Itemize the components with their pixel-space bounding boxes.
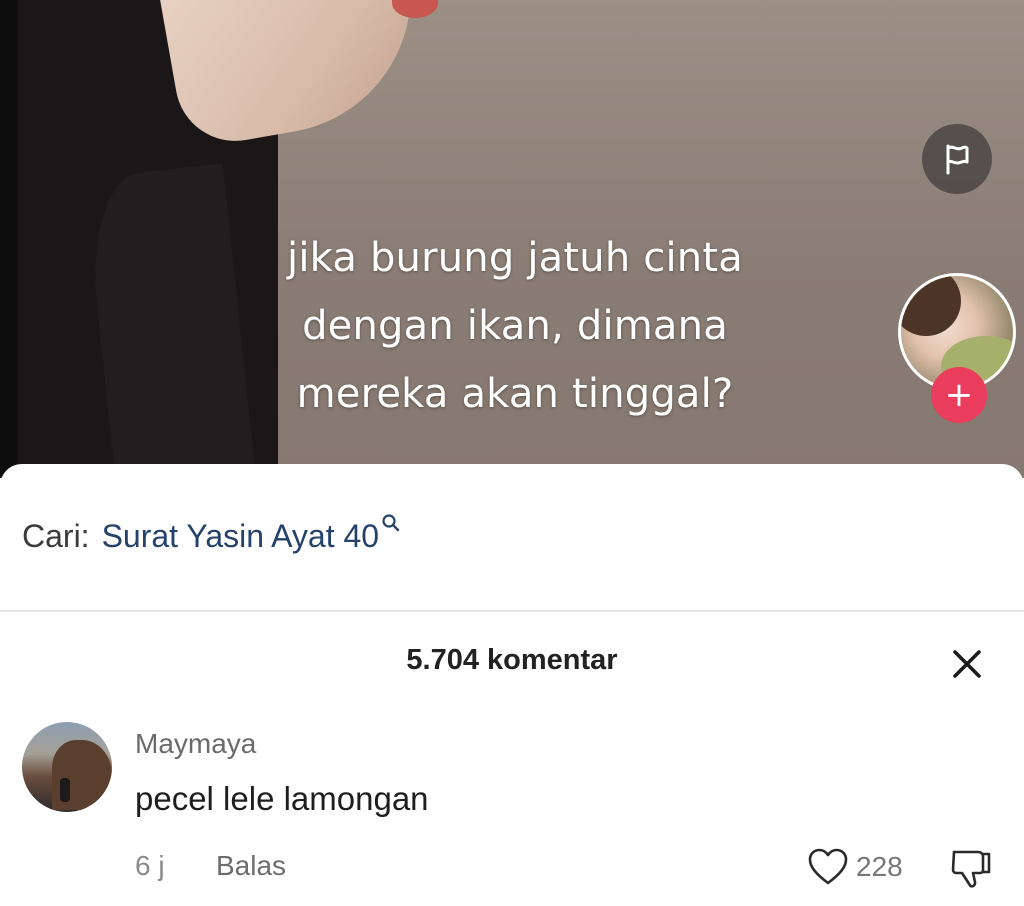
caption-line: jika burung jatuh cinta	[287, 235, 743, 281]
like-button[interactable]: 228	[806, 842, 903, 892]
avatar-hair	[901, 276, 961, 336]
thumbs-down-icon	[951, 850, 991, 888]
search-icon[interactable]	[381, 504, 401, 532]
video-caption: jika burung jatuh cinta dengan ikan, dim…	[200, 224, 830, 428]
report-button[interactable]	[922, 124, 992, 194]
comments-count-title: 5.704 komentar	[406, 644, 618, 676]
caption-line: mereka akan tinggal?	[296, 371, 734, 417]
avatar[interactable]	[22, 722, 112, 812]
follow-button[interactable]: +	[931, 367, 987, 423]
dislike-button[interactable]	[946, 844, 994, 892]
flag-icon	[946, 144, 969, 175]
like-count: 228	[856, 851, 903, 882]
caption-line: dengan ikan, dimana	[302, 303, 728, 349]
video-player[interactable]: jika burung jatuh cinta dengan ikan, dim…	[0, 0, 1024, 478]
close-icon	[953, 650, 981, 678]
video-background-left	[0, 0, 18, 478]
plus-icon: +	[944, 375, 974, 415]
comment-text: pecel lele lamongan	[135, 780, 429, 817]
close-button[interactable]	[945, 642, 989, 686]
avatar-figure	[60, 778, 70, 802]
reply-button[interactable]: Balas	[216, 850, 286, 882]
comment-timestamp: 6 j	[135, 850, 165, 881]
comment-username[interactable]: Maymaya	[135, 728, 256, 760]
heart-icon	[808, 848, 848, 885]
search-query[interactable]: Surat Yasin Ayat 40	[102, 518, 380, 555]
divider	[0, 610, 1024, 612]
search-prefix: Cari:	[22, 518, 90, 554]
search-suggestion[interactable]: Cari: Surat Yasin Ayat 40	[22, 514, 401, 562]
video-face	[157, 0, 433, 151]
